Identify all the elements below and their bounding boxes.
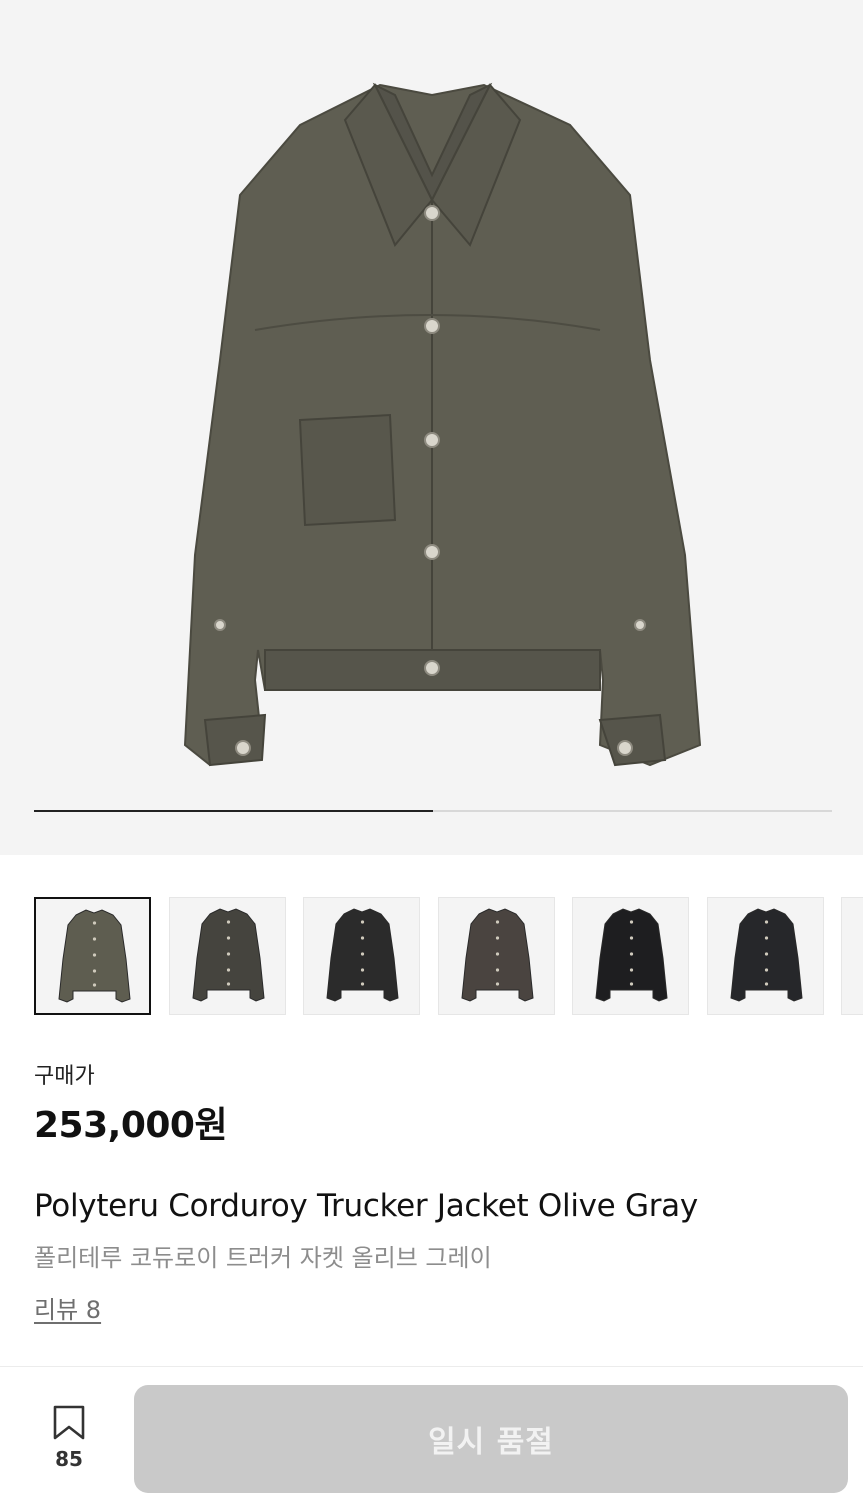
thumb-black-speckle[interactable] (572, 897, 689, 1015)
product-title-en: Polyteru Corduroy Trucker Jacket Olive G… (34, 1188, 698, 1224)
price-value: 253,000원 (34, 1105, 228, 1146)
thumb-brown-gray[interactable] (437, 897, 555, 1015)
thumbnail-strip[interactable] (34, 897, 863, 1015)
thumb-black[interactable] (303, 897, 420, 1015)
jacket-thumbnail-image (460, 908, 534, 1002)
review-link[interactable]: 리뷰 8 (34, 1290, 101, 1325)
thumb-olive-gray[interactable] (34, 897, 151, 1015)
jacket-thumbnail-image (326, 908, 399, 1002)
product-title-ko: 폴리테루 코듀로이 트러커 자켓 올리브 그레이 (34, 1244, 492, 1272)
jacket-thumbnail-image (729, 908, 803, 1002)
price-label: 구매가 (34, 1064, 95, 1089)
jacket-main-image (183, 82, 702, 767)
sold-out-button[interactable]: 일시 품절 (134, 1385, 848, 1493)
thumb-black-washed[interactable] (706, 897, 824, 1015)
jacket-thumbnail-image (595, 908, 668, 1002)
jacket-thumbnail-image (58, 909, 131, 1003)
jacket-thumbnail-image (191, 908, 265, 1002)
product-image-gallery[interactable] (0, 0, 863, 855)
gallery-progress-fill (34, 810, 433, 812)
bookmark-button[interactable]: 85 (36, 1405, 102, 1481)
thumb-partial[interactable] (841, 897, 863, 1015)
bookmark-count: 85 (55, 1447, 83, 1471)
jacket-thumbnail-image (842, 898, 863, 1015)
thumb-charcoal[interactable] (168, 897, 286, 1015)
bottom-action-bar: 85 일시 품절 (0, 1366, 863, 1500)
bookmark-icon (53, 1405, 85, 1440)
gallery-progress-track (34, 810, 832, 812)
